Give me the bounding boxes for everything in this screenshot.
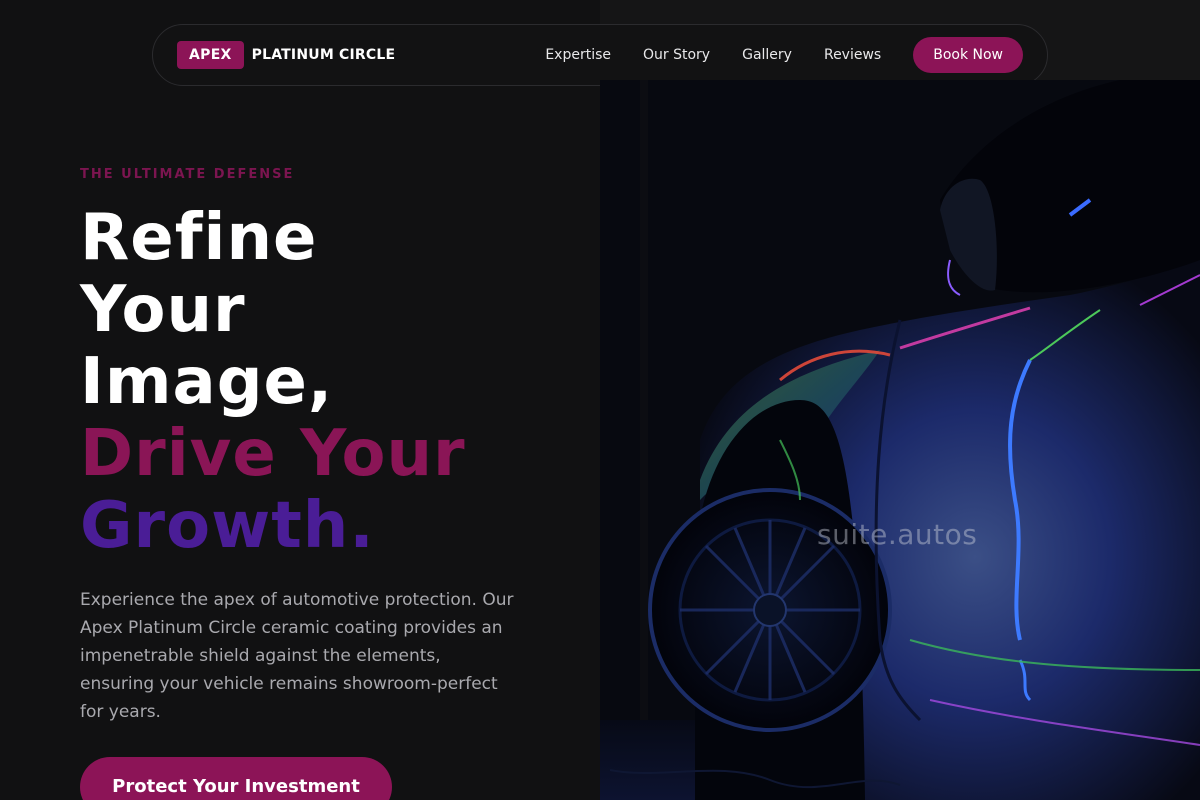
nav-link-our-story[interactable]: Our Story bbox=[643, 47, 710, 63]
car-illustration bbox=[600, 80, 1200, 800]
brand-name: PLATINUM CIRCLE bbox=[251, 47, 396, 63]
brand-badge: APEX bbox=[177, 41, 244, 69]
nav-link-gallery[interactable]: Gallery bbox=[742, 47, 792, 63]
nav-link-expertise[interactable]: Expertise bbox=[545, 47, 611, 63]
hero-car-image: suite.autos bbox=[600, 80, 1200, 800]
protect-investment-button[interactable]: Protect Your Investment bbox=[80, 757, 392, 800]
headline-line-2: Your bbox=[80, 273, 246, 347]
image-watermark: suite.autos bbox=[817, 518, 978, 551]
headline-line-5: Growth. bbox=[80, 489, 375, 563]
headline-line-1: Refine bbox=[80, 201, 318, 275]
book-now-button[interactable]: Book Now bbox=[913, 37, 1023, 73]
headline-line-4: Drive Your bbox=[80, 417, 466, 491]
brand-logo[interactable]: APEX PLATINUM CIRCLE bbox=[177, 41, 395, 69]
hero-eyebrow: THE ULTIMATE DEFENSE bbox=[80, 167, 295, 182]
headline-line-3: Image, bbox=[80, 345, 334, 419]
nav-link-reviews[interactable]: Reviews bbox=[824, 47, 881, 63]
hero-headline: Refine Your Image, Drive Your Growth. bbox=[80, 202, 600, 562]
nav-links: Expertise Our Story Gallery Reviews Book… bbox=[545, 37, 1023, 73]
hero-description: Experience the apex of automotive protec… bbox=[80, 590, 514, 722]
navbar: APEX PLATINUM CIRCLE Expertise Our Story… bbox=[152, 24, 1048, 86]
